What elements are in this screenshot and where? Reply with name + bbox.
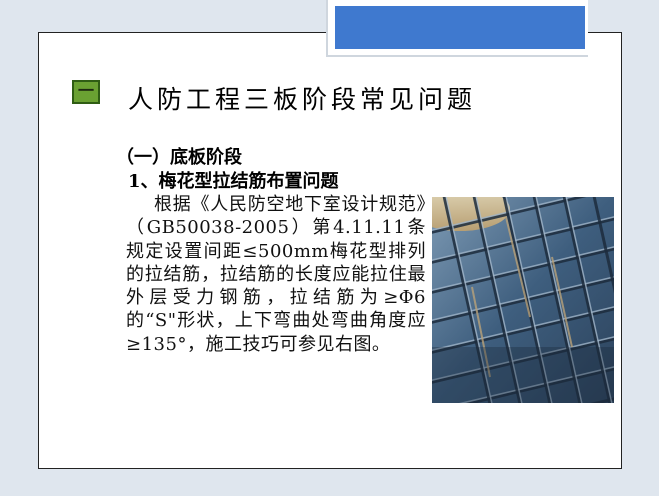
section-number: 一 [77,81,94,100]
bottom-band [0,480,659,496]
slide-title: 人防工程三板阶段常见问题 [128,85,477,114]
rebar-mesh-photo [432,197,614,403]
section-number-badge: 一 [72,80,100,104]
item-heading: 1、梅花型拉结筋布置问题 [128,171,339,192]
corner-accent-box [335,6,585,49]
subheading: （一）底板阶段 [116,147,242,168]
body-paragraph: 根据《人民防空地下室设计规范》（GB50038-2005）第4.11.11条规定… [126,194,426,355]
